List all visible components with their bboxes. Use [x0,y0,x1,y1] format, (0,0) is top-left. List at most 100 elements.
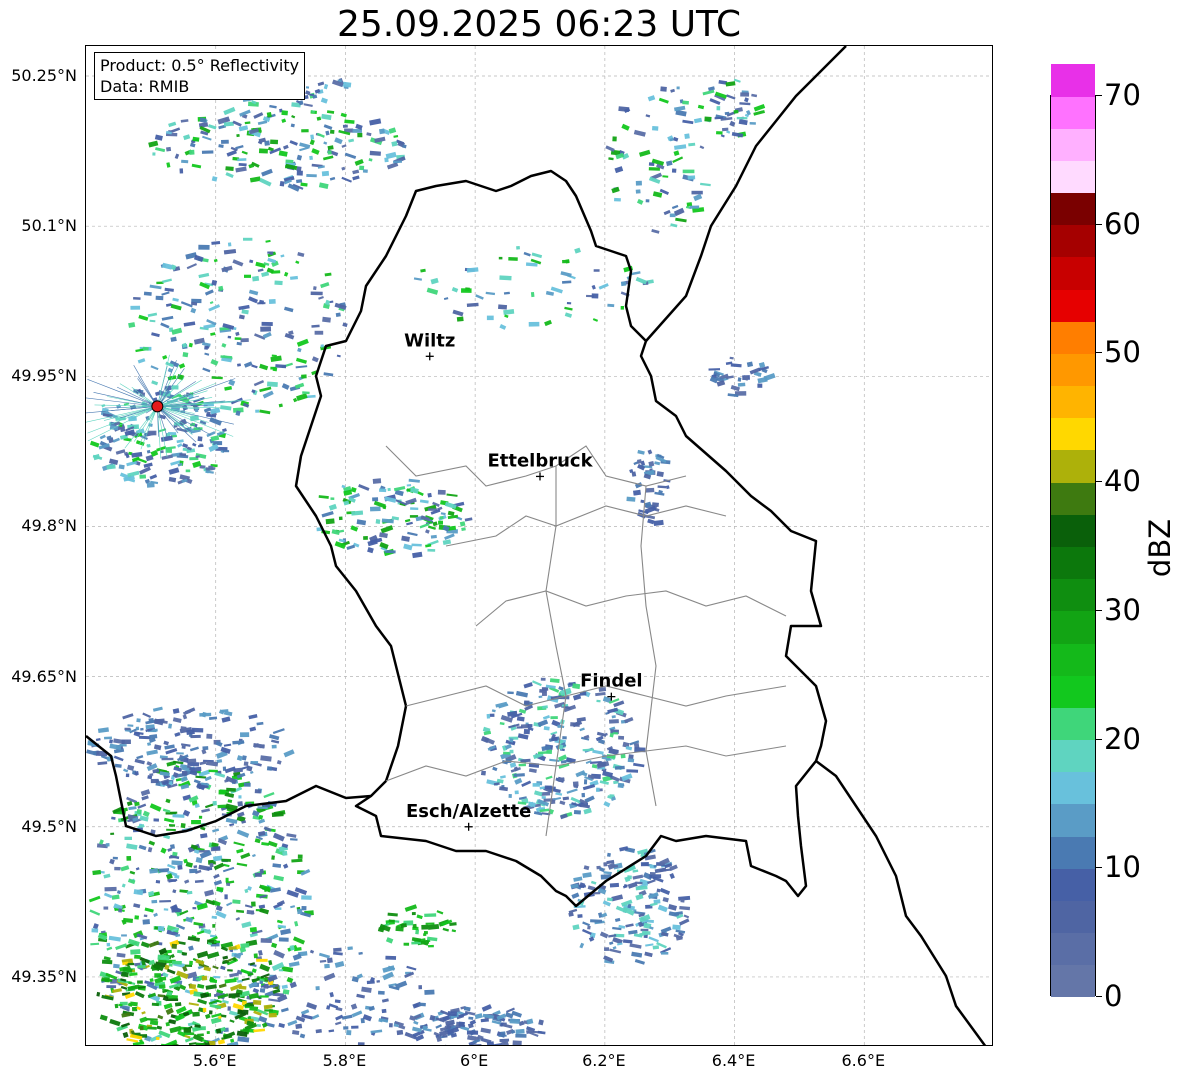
canton-boundary [640,485,657,807]
echo-cell [223,121,234,127]
echo-cell [333,947,342,952]
echo-cell [611,894,624,902]
echo-cell [736,116,748,120]
y-tick-label: 49.35°N [11,966,77,986]
radar-map[interactable]: Wiltz Ettelbruck Findel Esch/Alzette [85,45,993,1046]
echo-cell [560,271,572,278]
echo-cell [645,487,655,493]
echo-cell [297,854,303,859]
echo-cell [297,908,303,915]
echo-cell [439,516,444,520]
echo-cell [165,448,172,453]
y-tick-label: 50.25°N [11,66,77,86]
echo-cell [236,829,250,838]
echo-cell [198,815,203,819]
echo-cell [323,972,336,982]
echo-cell [146,449,151,454]
echo-cell [608,157,614,161]
echo-cell [106,942,111,947]
echo-cell [104,736,113,740]
echo-cell [227,242,232,247]
echo-cell [153,818,159,822]
echo-cell [333,951,343,956]
echo-cell [221,716,231,723]
echo-cell [612,136,617,142]
echo-cell [236,755,243,761]
echo-cell [189,983,197,990]
echo-cell [640,862,649,867]
echo-cell [261,168,273,177]
echo-cell [139,474,147,479]
echo-cell [314,330,324,335]
echo-cell [136,755,144,760]
echo-cell [168,723,173,729]
echo-cell [379,532,388,539]
echo-cell [614,166,624,174]
echo-cell [598,283,609,290]
echo-cell [192,442,197,447]
echo-cell [611,715,616,719]
echo-cell [140,727,144,731]
echo-cell [516,716,525,722]
echo-cell [670,88,676,93]
echo-cell [139,1045,143,1046]
echo-cell [150,778,159,784]
echo-cell [342,322,348,328]
echo-cell [141,1011,146,1015]
echo-cell [481,1004,492,1012]
echo-cell [164,287,174,292]
echo-cell [112,437,120,443]
echo-cell [289,275,298,280]
echo-cell [367,547,374,554]
echo-cell [442,539,452,546]
colorbar-segment [1051,160,1095,194]
echo-cell [653,864,657,868]
echo-cell [140,941,150,948]
x-tick-label: 6.2°E [582,1051,626,1070]
echo-cell [716,131,723,135]
echo-cell [444,501,457,510]
echo-cell [201,975,208,981]
echo-cell [115,943,128,951]
echo-cell [278,937,289,942]
echo-cell [321,113,332,121]
echo-cell [618,735,625,740]
echo-cell [258,1015,268,1023]
echo-cell [276,760,282,765]
echo-cell [303,103,313,107]
borders [86,46,987,1045]
echo-cell [509,1018,520,1024]
echo-cell [103,873,111,879]
echo-cell [149,978,154,983]
echo-cell [730,363,742,368]
echo-cell [340,112,347,118]
echo-cell [545,775,553,780]
echo-cell [113,755,124,762]
echo-cell [160,847,167,854]
echo-cell [170,336,177,342]
echo-cell [236,133,240,138]
echo-cell [423,1027,432,1032]
echo-cell [236,909,245,913]
echo-cell [210,332,216,336]
echo-cell [673,150,680,156]
echo-cell [612,946,617,950]
echo-cell [200,833,208,839]
echo-cell [406,965,417,971]
echo-cell [249,926,257,933]
echo-cell [369,506,381,512]
echo-cell [279,180,285,187]
y-tick-label: 50.1°N [21,216,77,236]
echo-cell [464,517,473,522]
echo-cell [139,1016,148,1023]
echo-cell [248,289,259,296]
echo-cell [283,271,289,277]
echo-cell [109,858,115,865]
echo-cell [310,134,315,140]
echo-cell [572,693,582,701]
x-tick-label: 6°E [459,1051,489,1070]
echo-cell [216,886,224,892]
echo-cell [111,894,120,900]
echo-cell [699,145,705,150]
echo-cell [346,544,356,551]
